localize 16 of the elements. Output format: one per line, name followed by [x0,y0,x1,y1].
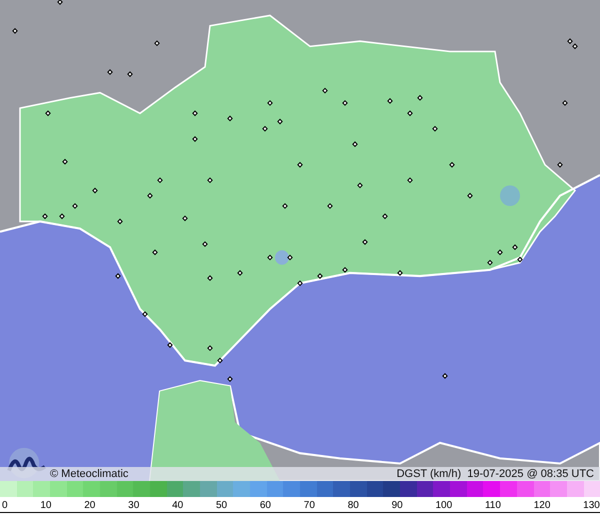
scale-tick-label: 90 [392,500,403,512]
caption-text: DGST (km/h) 19-07-2025 @ 08:35 UTC [396,468,594,480]
scale-tick-label: 70 [304,500,315,512]
scale-tick-label: 50 [216,500,228,512]
scale-tick-label: 120 [534,500,550,512]
scale-tick-label: 30 [128,500,140,512]
scale-tick-label: 0 [2,500,8,512]
scale-tick-label: 130 [583,500,600,512]
scale-tick-label: 80 [348,500,359,512]
scale-tick-label: 10 [40,500,52,512]
scale-tick-label: 100 [436,500,452,512]
scale-tick-label: 40 [172,500,184,512]
credit-text: © Meteoclimatic [50,468,128,480]
scale-tick-label: 110 [484,500,501,512]
scale-tick-label: 60 [260,500,271,512]
scale-tick-label: 20 [84,500,96,512]
